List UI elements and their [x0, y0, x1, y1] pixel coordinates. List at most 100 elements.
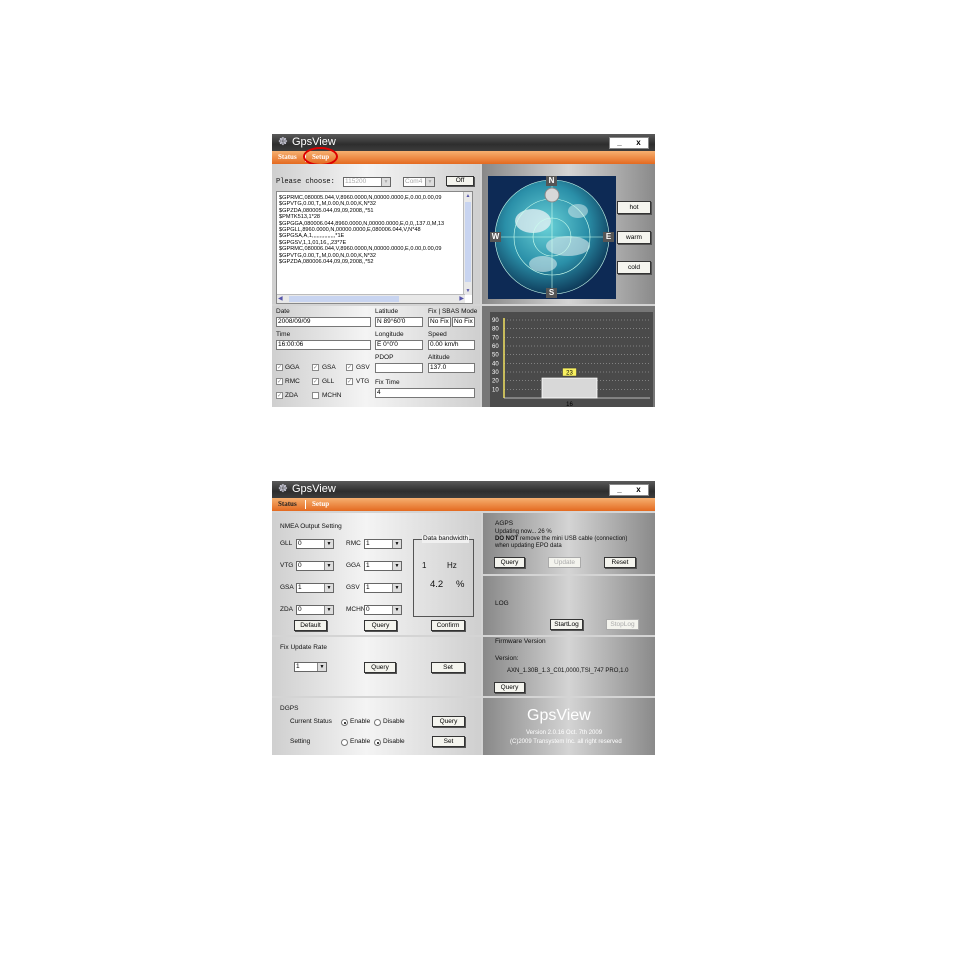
firmware-version: AXN_1.30B_1.3_C01,0000,TSI_747 PRO,1.0 — [507, 668, 629, 674]
close-button[interactable]: x — [629, 138, 648, 148]
fix-query-button[interactable]: Query — [364, 662, 396, 673]
agps-query-button[interactable]: Query — [494, 557, 525, 568]
nmea-query-button[interactable]: Query — [364, 620, 397, 631]
window-controls: _ x — [609, 484, 649, 496]
com-select[interactable]: Com4 ▼ — [403, 177, 435, 187]
tab-setup[interactable]: Setup — [312, 499, 329, 510]
latitude-label: Latitude — [375, 308, 399, 315]
nmea-rate-select[interactable]: 1 ▼ — [296, 583, 334, 593]
nmea-type-label: GSA — [280, 584, 294, 591]
fix-field[interactable]: No Fix — [428, 317, 451, 327]
com-value: Com4 — [405, 178, 423, 185]
select-value: 1 — [366, 562, 370, 569]
fixtime-label: Fix Time — [375, 379, 400, 386]
warm-start-button[interactable]: warm — [617, 231, 651, 244]
longitude-field[interactable]: E 0°0'0 — [375, 340, 423, 350]
off-button[interactable]: Off — [446, 176, 474, 186]
minimize-button[interactable]: _ — [610, 138, 629, 148]
log-panel: LOG StartLog StopLog — [483, 576, 655, 635]
chevron-down-icon: ▼ — [392, 562, 401, 570]
altitude-field[interactable]: 137.0 — [428, 363, 475, 373]
time-field[interactable]: 16:00:06 — [276, 340, 371, 350]
agps-warning-rest: remove the mini USB cable (connection) — [518, 536, 628, 542]
vertical-scrollbar[interactable]: ▲ ▼ — [463, 192, 472, 295]
menu-divider — [305, 500, 306, 509]
hz-unit: Hz — [447, 561, 457, 570]
nmea-line: $GPRMC,080006.044,V,8960.0000,N,00000.00… — [279, 246, 442, 253]
checkbox-box[interactable]: ✓ — [276, 378, 283, 385]
firmware-panel: Firmware Version Version: AXN_1.30B_1.3_… — [483, 637, 655, 696]
bandwidth-box: Data bandwidth 1 Hz 4.2 % — [413, 535, 474, 617]
confirm-button[interactable]: Confirm — [431, 620, 465, 631]
checkbox-box[interactable]: ✓ — [312, 364, 319, 371]
agps-panel: AGPS Updating now... 26 % DO NOT remove … — [483, 513, 655, 574]
nmea-rate-select[interactable]: 0 ▼ — [296, 605, 334, 615]
cold-start-button[interactable]: cold — [617, 261, 651, 274]
date-field[interactable]: 2008/09/09 — [276, 317, 371, 327]
setting-enable-radio[interactable] — [341, 739, 348, 746]
start-log-button[interactable]: StartLog — [550, 619, 583, 630]
fix-update-title: Fix Update Rate — [280, 644, 327, 651]
checkbox-box[interactable] — [312, 392, 319, 399]
latitude-field[interactable]: N 89°60'0 — [375, 317, 423, 327]
checkbox-box[interactable]: ✓ — [276, 392, 283, 399]
default-button[interactable]: Default — [294, 620, 327, 631]
checkbox-box[interactable]: ✓ — [346, 364, 353, 371]
log-title: LOG — [495, 600, 509, 607]
pdop-field[interactable] — [375, 363, 423, 373]
app-logo-icon: ☸ — [278, 136, 288, 148]
checkbox-box[interactable]: ✓ — [346, 378, 353, 385]
dgps-query-button[interactable]: Query — [432, 716, 465, 727]
chevron-down-icon: ▼ — [317, 663, 326, 671]
close-button[interactable]: x — [629, 485, 648, 495]
scroll-down-icon[interactable]: ▼ — [464, 287, 472, 295]
tab-status[interactable]: Status — [278, 152, 297, 163]
setting-disable-radio[interactable] — [374, 739, 381, 746]
data-label: 23 — [566, 370, 573, 376]
scroll-right-icon[interactable]: ▶ — [459, 295, 464, 303]
chevron-down-icon: ▼ — [381, 178, 390, 186]
compass-west: W — [490, 232, 501, 242]
baud-select[interactable]: 115200 ▼ — [343, 177, 391, 187]
horizontal-scrollbar[interactable]: ◀ ▶ — [277, 294, 465, 303]
agps-note: when updating EPO data — [495, 543, 562, 549]
hscroll-thumb[interactable] — [289, 296, 399, 302]
nmea-log[interactable]: $GPRMC,080005.044,V,8960.0000,N,00000.00… — [276, 191, 473, 304]
agps-reset-button[interactable]: Reset — [604, 557, 636, 568]
speed-field[interactable]: 0.00 km/h — [428, 340, 475, 350]
chevron-down-icon: ▼ — [425, 178, 434, 186]
fixtime-field[interactable]: 4 — [375, 388, 475, 398]
stop-log-button[interactable]: StopLog — [606, 619, 639, 630]
fix-rate-select[interactable]: 1 ▼ — [294, 662, 327, 672]
checkbox-box[interactable]: ✓ — [312, 378, 319, 385]
hot-start-button[interactable]: hot — [617, 201, 651, 214]
signal-chart-svg: 90 80 70 60 50 40 30 20 10 23 16 — [492, 318, 650, 407]
agps-warning-bold: DO NOT — [495, 536, 519, 542]
agps-title: AGPS — [495, 520, 514, 527]
globe-graphic — [494, 179, 610, 295]
time-label: Time — [276, 331, 291, 338]
sbas-field[interactable]: No Fix — [452, 317, 475, 327]
nmea-rate-select[interactable]: 1 ▼ — [364, 583, 402, 593]
nmea-rate-select[interactable]: 0 ▼ — [364, 605, 402, 615]
nmea-rate-select[interactable]: 0 ▼ — [296, 539, 334, 549]
nmea-rate-select[interactable]: 0 ▼ — [296, 561, 334, 571]
dgps-set-button[interactable]: Set — [432, 736, 465, 747]
tab-status[interactable]: Status — [278, 499, 297, 510]
checkbox-box[interactable]: ✓ — [276, 364, 283, 371]
nmea-type-label: GSV — [346, 584, 360, 591]
fix-set-button[interactable]: Set — [431, 662, 465, 673]
nmea-rate-select[interactable]: 1 ▼ — [364, 561, 402, 571]
scroll-up-icon[interactable]: ▲ — [464, 192, 472, 200]
scroll-thumb[interactable] — [465, 202, 471, 282]
status-enable-radio — [341, 719, 348, 726]
minimize-button[interactable]: _ — [610, 485, 629, 495]
date-label: Date — [276, 308, 290, 315]
firmware-query-button[interactable]: Query — [494, 682, 525, 693]
agps-update-button[interactable]: Update — [548, 557, 581, 568]
scroll-left-icon[interactable]: ◀ — [278, 295, 283, 303]
window-title: GpsView — [292, 483, 336, 495]
longitude-label: Longitude — [375, 331, 404, 338]
nmea-rate-select[interactable]: 1 ▼ — [364, 539, 402, 549]
current-status-label: Current Status — [290, 718, 332, 725]
